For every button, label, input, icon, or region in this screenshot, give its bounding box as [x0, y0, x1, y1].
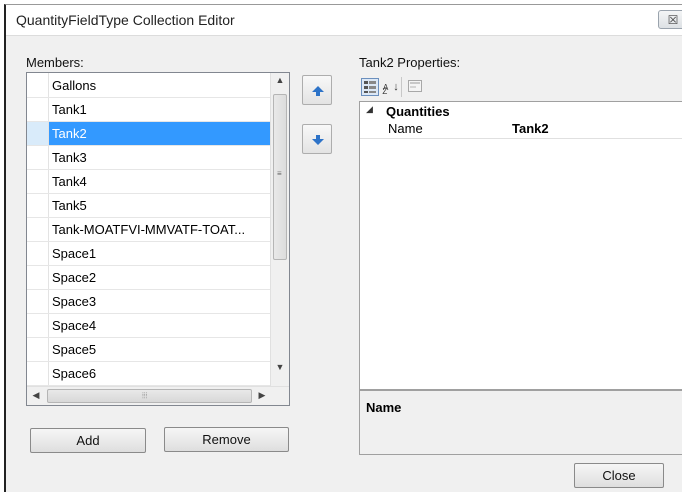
category-name: Quantities — [386, 104, 450, 119]
move-down-icon — [312, 135, 324, 145]
window-title: QuantityFieldType Collection Editor — [16, 12, 235, 28]
selection-gutter — [27, 122, 48, 145]
title-bar[interactable]: QuantityFieldType Collection Editor ☒ — [6, 5, 682, 36]
description-panel: Name — [359, 390, 682, 455]
description-title: Name — [366, 400, 402, 415]
list-item[interactable]: Space1 — [27, 242, 271, 266]
list-item-label: Gallons — [52, 78, 97, 93]
list-item-label: Tank3 — [52, 150, 87, 165]
list-item[interactable]: Tank2 — [27, 122, 271, 146]
list-item[interactable]: Space5 — [27, 338, 271, 362]
move-down-button[interactable] — [302, 124, 332, 154]
list-item[interactable]: Tank-MOATFVI-MMVATF-TOAT... — [27, 218, 271, 242]
vertical-scrollbar[interactable]: ▲ ≡ ▼ — [270, 73, 289, 387]
scroll-down-icon[interactable]: ▼ — [271, 362, 289, 372]
property-value[interactable]: Tank2 — [512, 121, 549, 136]
list-item-label: Space4 — [52, 318, 97, 333]
list-item[interactable]: Tank4 — [27, 170, 271, 194]
toolbar-separator — [401, 77, 402, 97]
grip-icon: ≡ — [277, 169, 282, 178]
property-row[interactable]: Name Tank2 — [360, 120, 682, 139]
scroll-up-icon[interactable]: ▲ — [271, 75, 289, 85]
list-item-label: Space6 — [52, 366, 97, 381]
vertical-scroll-thumb[interactable]: ≡ — [273, 94, 287, 260]
close-window-button[interactable]: ☒ — [658, 10, 682, 29]
property-grid[interactable]: ◢ Quantities Name Tank2 — [359, 101, 682, 390]
alphabetical-icon[interactable]: AZ ↓ — [382, 78, 398, 96]
scroll-right-icon[interactable]: ▶ — [253, 390, 271, 401]
list-item-label: Tank2 — [52, 126, 87, 141]
members-label: Members: — [26, 55, 84, 70]
members-list[interactable]: Gallons Tank1 Tank2 Tank3 Tank4 Tank5 Tank-MOA… — [26, 72, 290, 406]
list-item[interactable]: Gallons — [27, 74, 271, 98]
grip-icon: ⦙⦙⦙ — [142, 391, 148, 400]
category-row[interactable]: ◢ Quantities — [360, 102, 682, 120]
add-button[interactable]: Add — [30, 428, 146, 453]
remove-button[interactable]: Remove — [164, 427, 289, 452]
move-up-icon — [312, 86, 324, 96]
list-item[interactable]: Tank3 — [27, 146, 271, 170]
scroll-left-icon[interactable]: ◀ — [27, 390, 45, 401]
horizontal-scroll-thumb[interactable]: ⦙⦙⦙ — [47, 389, 252, 403]
list-item[interactable]: Space2 — [27, 266, 271, 290]
list-item[interactable]: Tank1 — [27, 98, 271, 122]
list-item-label: Tank-MOATFVI-MMVATF-TOAT... — [52, 222, 246, 237]
close-icon: ☒ — [667, 13, 679, 27]
list-item[interactable]: Space6 — [27, 362, 271, 386]
list-item-label: Tank5 — [52, 198, 87, 213]
list-item-label: Space2 — [52, 270, 97, 285]
collapse-icon[interactable]: ◢ — [366, 104, 373, 115]
list-item-label: Space3 — [52, 294, 97, 309]
property-pages-icon[interactable] — [407, 78, 423, 96]
properties-label: Tank2 Properties: — [359, 55, 461, 70]
list-item-label: Space1 — [52, 246, 97, 261]
property-name: Name — [388, 121, 423, 136]
list-item[interactable]: Space3 — [27, 290, 271, 314]
list-item[interactable]: Tank5 — [27, 194, 271, 218]
move-up-button[interactable] — [302, 75, 332, 105]
categorized-icon[interactable] — [361, 78, 379, 96]
list-item[interactable]: Space4 — [27, 314, 271, 338]
list-item-label: Tank4 — [52, 174, 87, 189]
list-item-label: Space5 — [52, 342, 97, 357]
list-item-label: Tank1 — [52, 102, 87, 117]
horizontal-scrollbar[interactable]: ◀ ⦙⦙⦙ ▶ — [27, 386, 289, 405]
close-button[interactable]: Close — [574, 463, 664, 488]
